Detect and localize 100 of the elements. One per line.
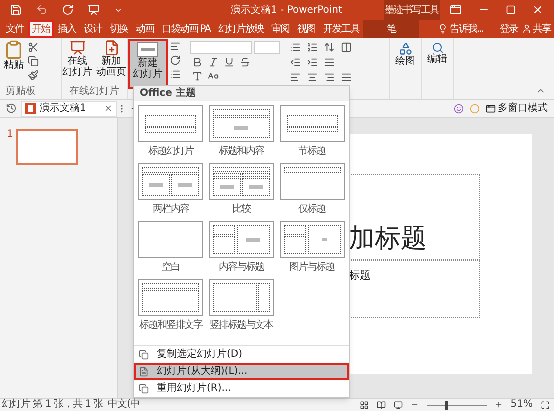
window-title: 演示文稿1 - PowerPoint (231, 4, 342, 18)
ribbon-tab[interactable]: 视图 (293, 20, 320, 38)
layout-option[interactable]: 内容与标题 (208, 221, 276, 279)
drawing-button[interactable]: 绘图 (390, 38, 422, 99)
section-icon[interactable] (170, 69, 181, 80)
online-slides-button[interactable]: 在线 幻灯片 (62, 40, 92, 86)
share-button[interactable]: 共享 (522, 20, 551, 38)
emoji-icon[interactable] (454, 104, 464, 114)
group-label: 剪贴板 (5, 86, 37, 99)
layout-option[interactable]: 仅标题 (278, 163, 346, 221)
editing-button[interactable]: 编辑 (422, 38, 454, 99)
font-field[interactable] (190, 41, 252, 54)
search-icon (432, 42, 444, 54)
numbering-icon[interactable] (307, 42, 318, 53)
strikethrough-icon[interactable] (240, 57, 251, 68)
format-painter-icon[interactable] (28, 70, 39, 81)
layout-option[interactable]: 两栏内容 (137, 163, 205, 221)
change-case-icon[interactable] (208, 71, 219, 82)
ribbon-tab[interactable]: 设计 (80, 20, 106, 38)
tell-me-field[interactable]: 告诉我... (450, 22, 498, 36)
layout-option[interactable]: 标题和内容 (208, 105, 276, 163)
fit-slide-icon[interactable] (541, 400, 550, 410)
maximize-icon[interactable] (506, 5, 516, 15)
layout-option[interactable]: 节标题 (278, 105, 346, 163)
menu-item[interactable]: 复制选定幻灯片(D) (134, 346, 349, 363)
layout-thumbnail (280, 105, 345, 142)
layout-option[interactable]: 竖排标题与文本 (208, 279, 276, 337)
copy-icon (139, 350, 149, 360)
layout-thumbnail (208, 163, 274, 200)
align-text-icon[interactable] (324, 57, 335, 68)
layout-option[interactable]: 空白 (137, 221, 205, 279)
reading-view-icon[interactable] (376, 400, 386, 410)
layout-thumbnail (138, 279, 204, 316)
sign-in-link[interactable]: 登录 (500, 20, 518, 38)
slideshow-view-icon[interactable] (394, 400, 403, 410)
italic-icon[interactable] (208, 57, 219, 68)
close-icon[interactable] (532, 4, 544, 16)
document-icon (139, 366, 149, 376)
decrease-indent-icon[interactable] (290, 57, 301, 68)
ribbon-tab[interactable]: 笔 (363, 20, 420, 38)
ribbon-tab[interactable]: 开发工具 (319, 20, 364, 38)
bold-icon[interactable] (192, 57, 203, 68)
menu-item[interactable]: 幻灯片(从大纲)(L)... (134, 363, 349, 380)
lightbulb-icon (438, 24, 448, 34)
document-tab[interactable]: 演示文稿1 (21, 100, 117, 116)
slideshow-icon[interactable] (88, 4, 100, 16)
layout-thumbnail (138, 221, 204, 258)
layout-thumbnail (280, 163, 345, 200)
sorter-view-icon[interactable] (360, 400, 369, 410)
ribbon-tab[interactable]: 文件 (2, 20, 28, 38)
slide-number: 1 (7, 129, 14, 142)
line-spacing-icon[interactable] (324, 42, 335, 53)
ribbon-tab[interactable]: 幻灯片放映 (214, 20, 268, 38)
align-right-icon[interactable] (324, 72, 335, 83)
layout-thumbnail (208, 279, 274, 316)
person-icon (522, 24, 532, 34)
new-animation-page-button[interactable]: 新加 动画页 (96, 40, 126, 86)
undo-icon[interactable] (36, 4, 48, 16)
underline-icon[interactable] (224, 57, 235, 68)
zoom-slider-thumb[interactable] (444, 400, 448, 410)
cut-icon[interactable] (28, 42, 39, 53)
zoom-in-icon[interactable] (494, 401, 503, 409)
ribbon-tab[interactable]: 开始 (28, 20, 54, 38)
ribbon-tab[interactable]: 口袋动画 PA (158, 20, 214, 38)
new-slide-button[interactable]: 新建 幻灯片 (128, 39, 168, 89)
ribbon-tab[interactable]: 动画 (132, 20, 158, 38)
ribbon-tab[interactable]: 切换 (106, 20, 132, 38)
multi-window-button[interactable]: 多窗口模式 (486, 101, 548, 116)
layout-option[interactable]: 图片与标题 (278, 221, 346, 279)
align-center-icon[interactable] (307, 72, 318, 83)
layout-thumbnail (280, 221, 345, 258)
zoom-level[interactable]: 51% (510, 399, 533, 411)
ribbon-tab[interactable]: 插入 (54, 20, 80, 38)
slide-thumbnail[interactable] (16, 129, 78, 165)
increase-indent-icon[interactable] (307, 57, 318, 68)
menu-item[interactable]: 重用幻灯片(R)... (134, 380, 349, 397)
bullets-icon[interactable] (290, 42, 301, 53)
ribbon-tab[interactable]: 审阅 (267, 20, 294, 38)
paste-button[interactable]: 粘贴 (4, 40, 24, 86)
shapes-icon (398, 42, 412, 56)
ribbon-options-icon[interactable] (450, 4, 462, 16)
slide-icon (137, 42, 159, 58)
layout-thumbnail (138, 163, 204, 200)
context-tab-header: 墨迹书写工具 (384, 0, 440, 20)
reset-icon[interactable] (170, 55, 181, 66)
font-color-icon[interactable] (192, 71, 203, 82)
layout-option[interactable]: 比较 (208, 163, 276, 221)
redo-icon[interactable] (62, 4, 74, 16)
group-label: 在线幻灯片 (68, 86, 120, 99)
layout-thumbnail (138, 105, 204, 142)
save-icon[interactable] (10, 4, 22, 16)
history-icon[interactable] (6, 103, 17, 114)
align-left-icon[interactable] (290, 72, 301, 83)
layout-option[interactable]: 标题和竖排文字 (137, 279, 205, 337)
layout-option[interactable]: 标题幻灯片 (137, 105, 205, 163)
font-size-field[interactable] (254, 41, 280, 54)
justify-icon[interactable] (341, 72, 352, 83)
language-status: 中文(中 (108, 399, 140, 411)
close-tab-icon[interactable] (104, 104, 113, 113)
copy-icon[interactable] (28, 56, 39, 67)
